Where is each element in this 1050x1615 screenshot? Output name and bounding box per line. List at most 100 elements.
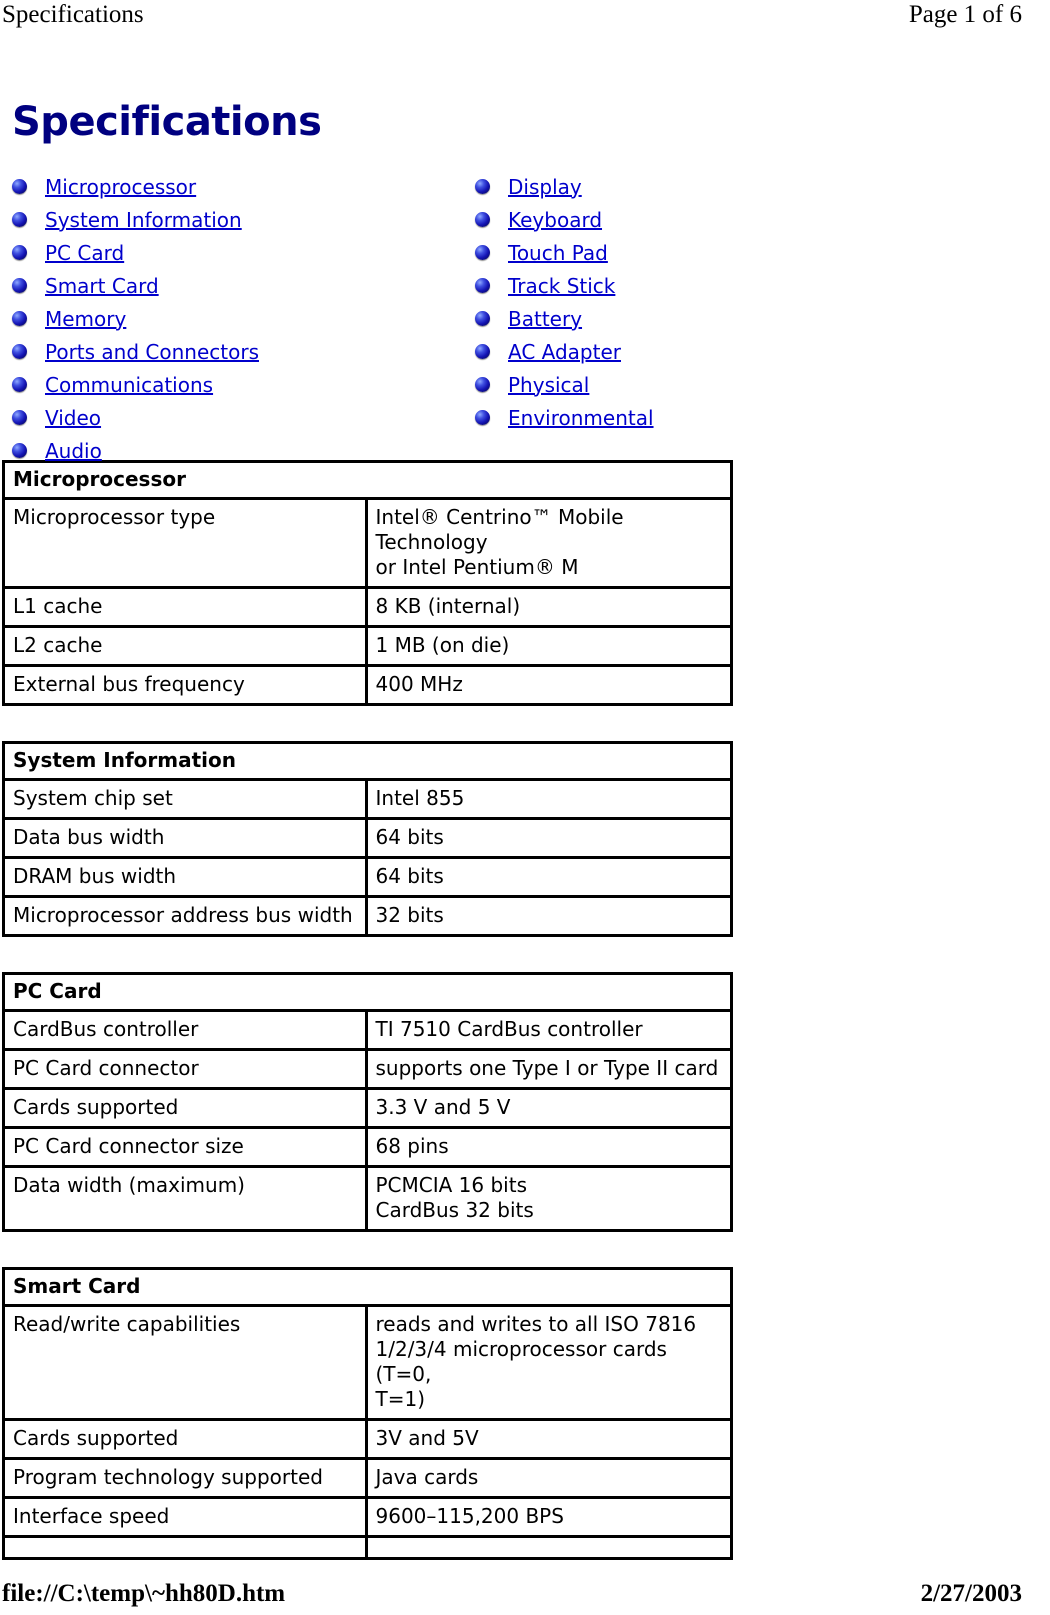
spec-key-cell: External bus frequency — [5, 664, 368, 703]
toc-link[interactable]: System Information — [45, 209, 242, 231]
table-heading: System Information — [13, 748, 236, 772]
toc-item[interactable]: Touch Pad — [475, 236, 915, 269]
table-header-row: System Information — [5, 744, 730, 778]
blue-sphere-bullet-icon — [12, 377, 27, 392]
toc-item[interactable]: AC Adapter — [475, 335, 915, 368]
spec-key-cell — [5, 1535, 368, 1557]
spec-value-cell: Intel 855 — [367, 778, 730, 817]
toc-column-left: Microprocessor System Information PC Card S… — [12, 170, 452, 467]
spec-value-cell: 9600–115,200 BPS — [367, 1496, 730, 1535]
blue-sphere-bullet-icon — [475, 179, 490, 194]
spec-value-cell: 68 pins — [367, 1126, 730, 1165]
toc-item[interactable]: Smart Card — [12, 269, 452, 302]
toc-item[interactable]: Physical — [475, 368, 915, 401]
spec-value-cell: 64 bits — [367, 856, 730, 895]
toc-link[interactable]: Ports and Connectors — [45, 341, 259, 363]
spec-key-cell: PC Card connector — [5, 1048, 368, 1087]
print-running-header: Specifications Page 1 of 6 — [0, 0, 1050, 34]
toc-link[interactable]: AC Adapter — [508, 341, 621, 363]
toc-item[interactable]: Track Stick — [475, 269, 915, 302]
toc-link[interactable]: Microprocessor — [45, 176, 196, 198]
spec-value-cell: 1 MB (on die) — [367, 625, 730, 664]
toc-item[interactable]: System Information — [12, 203, 452, 236]
spec-key-cell: DRAM bus width — [5, 856, 368, 895]
toc-item[interactable]: Display — [475, 170, 915, 203]
spec-table: PC Card CardBus controller TI 7510 CardBus… — [2, 972, 733, 1232]
toc-link[interactable]: Keyboard — [508, 209, 602, 231]
blue-sphere-bullet-icon — [12, 410, 27, 425]
table-heading: PC Card — [13, 979, 102, 1003]
spec-key-cell: L2 cache — [5, 625, 368, 664]
blue-sphere-bullet-icon — [12, 278, 27, 293]
table-heading: Microprocessor — [13, 467, 186, 491]
table-row: Read/write capabilities reads and writes … — [5, 1304, 730, 1418]
table-row: System chip set Intel 855 — [5, 778, 730, 817]
table-row-clipped — [5, 1535, 730, 1557]
spec-value-cell: 64 bits — [367, 817, 730, 856]
spec-value-cell: 3V and 5V — [367, 1418, 730, 1457]
toc-item[interactable]: Video — [12, 401, 452, 434]
toc-link[interactable]: Track Stick — [508, 275, 615, 297]
toc-item[interactable]: Environmental — [475, 401, 915, 434]
document-body: Specifications Microprocessor System Info… — [0, 44, 1050, 1560]
table-row: Interface speed 9600–115,200 BPS — [5, 1496, 730, 1535]
table-header-row: Smart Card — [5, 1270, 730, 1304]
toc-link[interactable]: PC Card — [45, 242, 124, 264]
toc-link[interactable]: Physical — [508, 374, 589, 396]
spec-table: Smart Card Read/write capabilities reads a… — [2, 1267, 733, 1560]
table-row: CardBus controller TI 7510 CardBus contro… — [5, 1009, 730, 1048]
toc-item[interactable]: Keyboard — [475, 203, 915, 236]
table-row: Cards supported 3.3 V and 5 V — [5, 1087, 730, 1126]
toc-link[interactable]: Memory — [45, 308, 126, 330]
blue-sphere-bullet-icon — [475, 212, 490, 227]
table-row: Program technology supported Java cards — [5, 1457, 730, 1496]
table-header-row: PC Card — [5, 975, 730, 1009]
toc-item[interactable]: Ports and Connectors — [12, 335, 452, 368]
toc-link[interactable]: Display — [508, 176, 582, 198]
toc-item[interactable]: Audio — [12, 434, 452, 467]
blue-sphere-bullet-icon — [475, 344, 490, 359]
toc-link[interactable]: Touch Pad — [508, 242, 608, 264]
table-row: L1 cache 8 KB (internal) — [5, 586, 730, 625]
toc-link[interactable]: Smart Card — [45, 275, 159, 297]
table-row: PC Card connector supports one Type I or … — [5, 1048, 730, 1087]
table-row: Microprocessor address bus width 32 bits — [5, 895, 730, 934]
spec-key-cell: Interface speed — [5, 1496, 368, 1535]
spec-key-cell: Read/write capabilities — [5, 1304, 368, 1418]
spec-key-cell: Microprocessor address bus width — [5, 895, 368, 934]
blue-sphere-bullet-icon — [12, 179, 27, 194]
table-heading: Smart Card — [13, 1274, 141, 1298]
spec-value-cell: TI 7510 CardBus controller — [367, 1009, 730, 1048]
blue-sphere-bullet-icon — [12, 245, 27, 260]
toc-item[interactable]: PC Card — [12, 236, 452, 269]
spec-value-cell: 3.3 V and 5 V — [367, 1087, 730, 1126]
spec-tables: Microprocessor Microprocessor type Intel® … — [0, 460, 1050, 1560]
print-running-footer: file://C:\temp\~hh80D.htm 2/27/2003 — [0, 1579, 1050, 1609]
toc-link[interactable]: Environmental — [508, 407, 654, 429]
toc-link[interactable]: Communications — [45, 374, 213, 396]
spec-key-cell: Cards supported — [5, 1418, 368, 1457]
table-row: Microprocessor type Intel® Centrino™ Mobi… — [5, 497, 730, 586]
spec-key-cell: CardBus controller — [5, 1009, 368, 1048]
toc-link[interactable]: Video — [45, 407, 101, 429]
toc-item[interactable]: Communications — [12, 368, 452, 401]
blue-sphere-bullet-icon — [12, 344, 27, 359]
table-row: L2 cache 1 MB (on die) — [5, 625, 730, 664]
spec-key-cell: Program technology supported — [5, 1457, 368, 1496]
spec-value-cell: reads and writes to all ISO 7816 1/2/3/4… — [367, 1304, 730, 1418]
toc-item[interactable]: Microprocessor — [12, 170, 452, 203]
table-row: PC Card connector size 68 pins — [5, 1126, 730, 1165]
blue-sphere-bullet-icon — [12, 212, 27, 227]
table-row: Data width (maximum) PCMCIA 16 bits CardB… — [5, 1165, 730, 1229]
toc-item[interactable]: Memory — [12, 302, 452, 335]
toc-link[interactable]: Audio — [45, 440, 102, 462]
spec-value-cell: supports one Type I or Type II card — [367, 1048, 730, 1087]
toc-link[interactable]: Battery — [508, 308, 582, 330]
toc-item[interactable]: Battery — [475, 302, 915, 335]
blue-sphere-bullet-icon — [12, 311, 27, 326]
spec-value-cell: PCMCIA 16 bits CardBus 32 bits — [367, 1165, 730, 1229]
running-footer-date: 2/27/2003 — [920, 1580, 1022, 1607]
spec-key-cell: Cards supported — [5, 1087, 368, 1126]
spec-table: Microprocessor Microprocessor type Intel® … — [2, 460, 733, 706]
blue-sphere-bullet-icon — [475, 410, 490, 425]
